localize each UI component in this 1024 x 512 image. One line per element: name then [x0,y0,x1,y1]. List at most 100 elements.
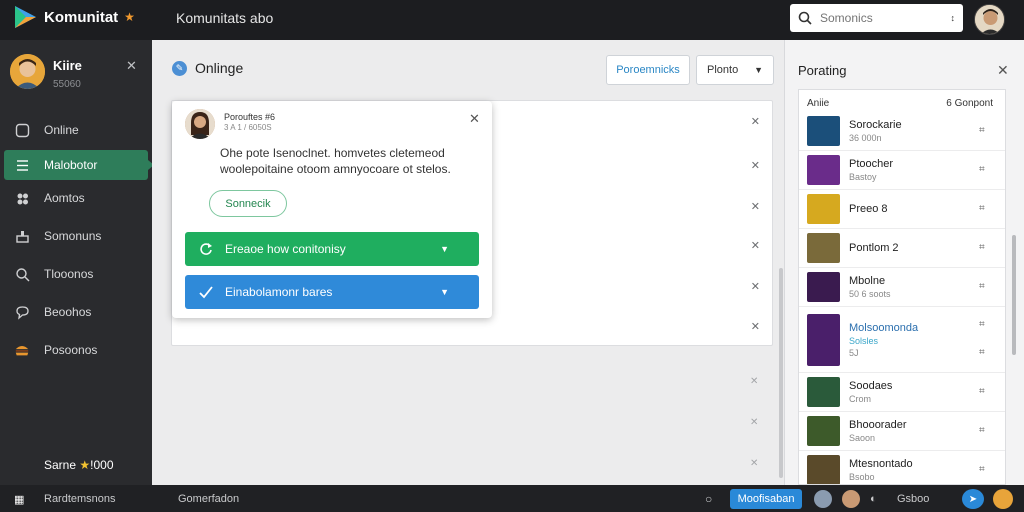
scrollbar[interactable] [779,268,783,478]
close-icon[interactable]: ✕ [751,115,760,128]
list-item-text: Soodaes Crom [849,380,997,404]
options-icon[interactable]: ⌗ [979,281,991,293]
sidebar-item-label: Beoohos [44,305,92,319]
options-icon[interactable]: ⌗ [979,242,991,254]
list-item-name: Preeo 8 [849,203,888,215]
page-title: Komunitats abo [176,10,274,26]
popup-message: Ohe pote Isenoclnet. homvetes cletemeod … [220,146,451,176]
filter-select[interactable]: Plonto ▼ [696,55,774,85]
list-item[interactable]: Mbolne 50 6 soots ⌗ [799,268,1005,307]
list-item[interactable]: Molsoomonda Solsles 5J ⌗ ⌗ [799,307,1005,373]
sidebar-item-label: Posoonos [44,343,98,357]
options-icon[interactable]: ⌗ [979,347,991,359]
close-icon[interactable]: ✕ [751,280,760,293]
primary-button[interactable]: Poroemnicks [606,55,690,85]
list-item[interactable]: Bhooorader Saoon ⌗ [799,412,1005,451]
mute-icon[interactable]: ◐ [870,493,877,505]
profile-avatar [10,54,45,89]
close-icon[interactable]: ✕ [751,159,760,172]
search-input[interactable] [820,11,930,25]
sidebar-footer: Sarne ★!000 [44,458,114,472]
sidebar-item-tlooonos[interactable]: Tlooonos [0,256,152,292]
sidebar-item-label: Somonuns [44,229,102,243]
profile[interactable]: Kiire 55060 [10,54,82,90]
close-icon[interactable]: ✕ [750,417,758,428]
list-header-left: Aniie [807,98,830,109]
list-item-name: Mtesnontado [849,458,913,470]
comment-icon [14,304,30,320]
thumbnail-image [807,416,840,446]
sidebar-item-somonuns[interactable]: Somonuns [0,218,152,254]
clock-icon [14,122,30,138]
list-item[interactable]: Pontlom 2 ⌗ [799,229,1005,268]
avatar[interactable] [842,490,860,508]
close-icon[interactable]: ✕ [751,239,760,252]
brand[interactable]: Komunitat ★ [12,4,135,30]
grid-icon[interactable]: ▦ [14,493,24,506]
edit-icon: ✎ [172,60,187,76]
close-icon[interactable]: ✕ [750,458,758,469]
avatar[interactable] [814,490,832,508]
pill-button[interactable]: Sonnecik [209,190,287,217]
top-bar: Komunitat ★ Komunitats abo ↕ [0,0,1024,40]
users-icon [14,190,30,206]
thumbnail-image [807,194,840,224]
sidebar-item-malobotor[interactable]: Malobotor [4,150,154,180]
close-icon[interactable]: ✕ [469,111,480,127]
notification-popup: Porouftes #6 3 A 1 / 6050S ✕ Ohe pote Is… [172,101,492,318]
user-avatar[interactable] [974,4,1005,35]
list-item-subtitle: Crom [849,394,871,404]
sidebar-item-online[interactable]: Online [0,112,152,148]
list-item-text: Preeo 8 [849,203,997,215]
list-item-name: Bhooorader [849,419,907,431]
list-item-text: Mbolne 50 6 soots [849,275,997,299]
green-action-button[interactable]: Ereaoe how conitonisy ▼ [185,232,479,266]
options-icon[interactable]: ⌗ [979,386,991,398]
check-icon [199,286,213,299]
bottom-mid-label[interactable]: Gomerfadon [178,493,239,505]
options-icon[interactable]: ⌗ [979,464,991,476]
sidebar-item-beoohos[interactable]: Beoohos [0,294,152,330]
chevron-down-icon: ▼ [440,244,449,254]
sort-caret-icon[interactable]: ↕ [951,13,956,23]
list-item[interactable]: Ptoocher Bastoy ⌗ [799,151,1005,190]
star-icon: ★ [79,458,91,472]
list-item[interactable]: Soodaes Crom ⌗ [799,373,1005,412]
search-icon[interactable]: ○ [705,492,712,506]
list-item-name: Ptoocher [849,158,894,170]
list-item[interactable]: Preeo 8 ⌗ [799,190,1005,229]
options-icon[interactable]: ⌗ [979,125,991,137]
avatar[interactable] [993,489,1013,509]
bottom-left-label[interactable]: Rardtemsnons [44,493,116,505]
close-icon[interactable]: ✕ [997,62,1009,79]
list-item[interactable]: Mtesnontado Bsobo ⌗ [799,451,1005,484]
popup-author: Porouftes #6 [224,112,276,122]
search-box[interactable]: ↕ [790,4,963,32]
options-icon[interactable]: ⌗ [979,319,991,331]
sidebar-item-label: Tlooonos [44,267,94,281]
list-item-subtitle: Solsles [849,335,879,346]
bottom-action-button[interactable]: Moofisaban [730,489,802,509]
options-icon[interactable]: ⌗ [979,425,991,437]
brand-name: Komunitat [44,8,119,26]
sidebar-item-aomtos[interactable]: Aomtos [0,180,152,216]
list-item[interactable]: Sorockarie 36 000n ⌗ [799,112,1005,151]
sidebar-item-posoonos[interactable]: Posoonos [0,332,152,368]
list-item-text: Mtesnontado Bsobo [849,458,997,482]
sidebar-item-label: Online [44,123,79,137]
close-icon[interactable]: ✕ [126,58,137,74]
bottom-bar: ▦ Rardtemsnons Gomerfadon ○ Moofisaban ◐… [0,485,1024,512]
close-icon[interactable]: ✕ [750,376,758,387]
scrollbar[interactable] [1012,235,1016,355]
play-logo-icon [15,6,36,28]
options-icon[interactable]: ⌗ [979,203,991,215]
list-item-name: Pontlom 2 [849,242,899,254]
sidebar-item-label: Aomtos [44,191,85,205]
blue-action-button[interactable]: Einabolamonr bares ▼ [185,275,479,309]
close-icon[interactable]: ✕ [751,200,760,213]
sidebar-item-label: Malobotor [44,158,98,172]
list-item-subtitle: Bsobo [849,472,875,482]
options-icon[interactable]: ⌗ [979,164,991,176]
close-icon[interactable]: ✕ [751,320,760,333]
send-icon[interactable]: ➤ [962,489,984,509]
